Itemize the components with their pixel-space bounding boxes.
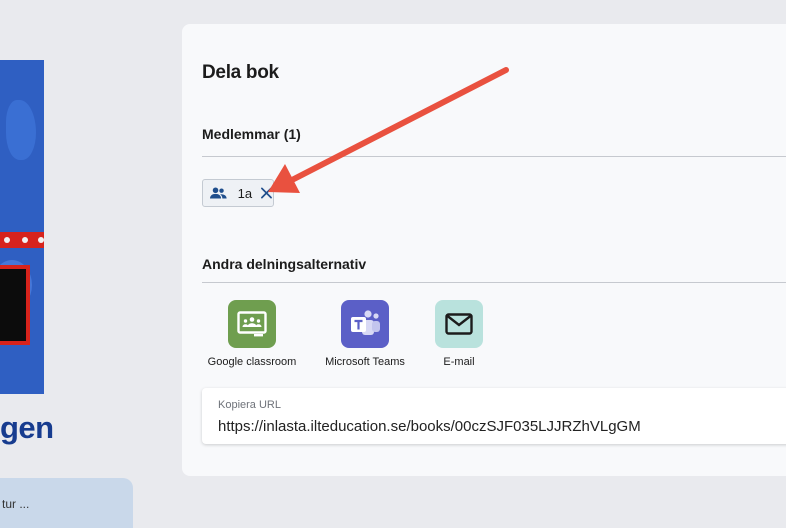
share-email-button[interactable]: E-mail [404, 300, 514, 368]
members-heading: Medlemmar (1) [202, 126, 301, 142]
member-chip[interactable]: 1a [202, 179, 274, 207]
panel-title: Dela bok [202, 62, 279, 83]
share-book-panel: Dela bok Medlemmar (1) 1a Andra delnings… [182, 24, 786, 476]
cover-decoration [6, 100, 36, 160]
cover-decoration [0, 232, 44, 248]
microsoft-teams-icon [341, 300, 389, 348]
copy-url-label: Kopiera URL [218, 399, 281, 411]
book-title: gen [0, 410, 54, 445]
close-icon[interactable] [260, 186, 273, 200]
share-google-classroom-button[interactable]: Google classroom [197, 300, 307, 368]
share-option-label: E-mail [443, 356, 475, 368]
member-chip-label: 1a [237, 185, 253, 201]
book-info-card[interactable]: tur ... [0, 478, 133, 528]
divider [202, 282, 786, 283]
copy-url-value[interactable]: https://inlasta.ilteducation.se/books/00… [218, 418, 641, 435]
cover-decoration [0, 265, 30, 345]
divider [202, 156, 786, 157]
people-icon [210, 187, 227, 199]
google-classroom-icon [228, 300, 276, 348]
book-cover-image[interactable] [0, 60, 44, 394]
copy-url-field[interactable]: Kopiera URL https://inlasta.ilteducation… [202, 388, 786, 444]
other-options-heading: Andra delningsalternativ [202, 256, 367, 272]
share-option-label: Google classroom [207, 356, 297, 368]
mail-icon [435, 300, 483, 348]
book-info-text: tur ... [2, 497, 30, 511]
